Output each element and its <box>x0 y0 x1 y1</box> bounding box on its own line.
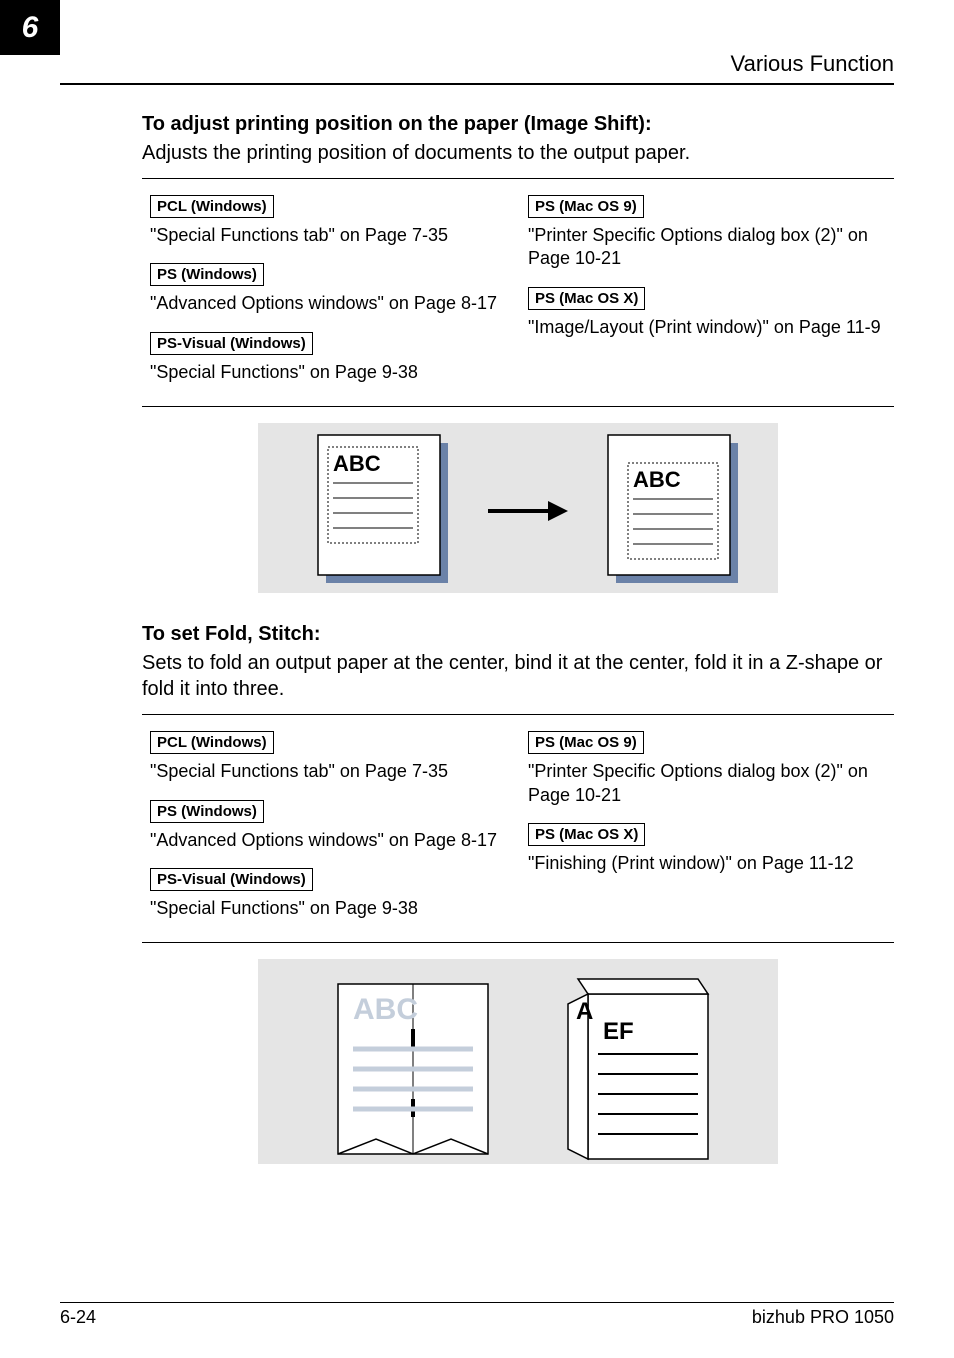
section-title: Various Function <box>731 51 894 83</box>
driver-tag: PS-Visual (Windows) <box>150 332 313 355</box>
section2-left-col: PCL (Windows) "Special Functions tab" on… <box>150 725 508 930</box>
driver-link: "Special Functions tab" on Page 7-35 <box>150 224 508 247</box>
driver-link: "Special Functions tab" on Page 7-35 <box>150 760 508 783</box>
footer: 6-24 bizhub PRO 1050 <box>60 1302 894 1328</box>
driver-tag: PS (Windows) <box>150 800 264 823</box>
section1-driverbox: PCL (Windows) "Special Functions tab" on… <box>142 178 894 407</box>
driver-link: "Printer Specific Options dialog box (2)… <box>528 224 886 271</box>
driver-tag: PCL (Windows) <box>150 195 274 218</box>
driver-tag: PS (Windows) <box>150 263 264 286</box>
driver-link: "Advanced Options windows" on Page 8-17 <box>150 829 508 852</box>
header-bar: Various Function <box>60 28 894 85</box>
section1-right-col: PS (Mac OS 9) "Printer Specific Options … <box>528 189 886 394</box>
chapter-number-badge: 6 <box>0 0 60 55</box>
driver-link: "Printer Specific Options dialog box (2)… <box>528 760 886 807</box>
model-name: bizhub PRO 1050 <box>752 1307 894 1328</box>
illus-label: ABC <box>633 467 681 492</box>
driver-tag: PS (Mac OS X) <box>528 823 645 846</box>
section2-driverbox: PCL (Windows) "Special Functions tab" on… <box>142 714 894 943</box>
driver-tag: PS (Mac OS 9) <box>528 195 644 218</box>
section2-desc: Sets to fold an output paper at the cent… <box>142 650 894 702</box>
section1-left-col: PCL (Windows) "Special Functions tab" on… <box>150 189 508 394</box>
driver-link: "Advanced Options windows" on Page 8-17 <box>150 292 508 315</box>
page-number: 6-24 <box>60 1307 96 1328</box>
driver-link: "Special Functions" on Page 9-38 <box>150 361 508 384</box>
svg-text:A: A <box>576 998 593 1025</box>
driver-link: "Image/Layout (Print window)" on Page 11… <box>528 316 886 339</box>
driver-tag: PCL (Windows) <box>150 731 274 754</box>
driver-tag: PS-Visual (Windows) <box>150 868 313 891</box>
driver-link: "Special Functions" on Page 9-38 <box>150 897 508 920</box>
driver-tag: PS (Mac OS 9) <box>528 731 644 754</box>
section1-desc: Adjusts the printing position of documen… <box>142 140 894 166</box>
driver-link: "Finishing (Print window)" on Page 11-12 <box>528 852 886 875</box>
svg-text:ABC: ABC <box>353 993 418 1026</box>
svg-text:EF: EF <box>603 1018 634 1045</box>
section2-right-col: PS (Mac OS 9) "Printer Specific Options … <box>528 725 886 930</box>
section2-heading: To set Fold, Stitch: <box>142 623 894 646</box>
driver-tag: PS (Mac OS X) <box>528 287 645 310</box>
fold-stitch-illustration: ABC A EF <box>258 959 778 1164</box>
image-shift-illustration: ABC ABC <box>258 423 778 593</box>
illus-label: ABC <box>333 451 381 476</box>
section1-heading: To adjust printing position on the paper… <box>142 113 894 136</box>
